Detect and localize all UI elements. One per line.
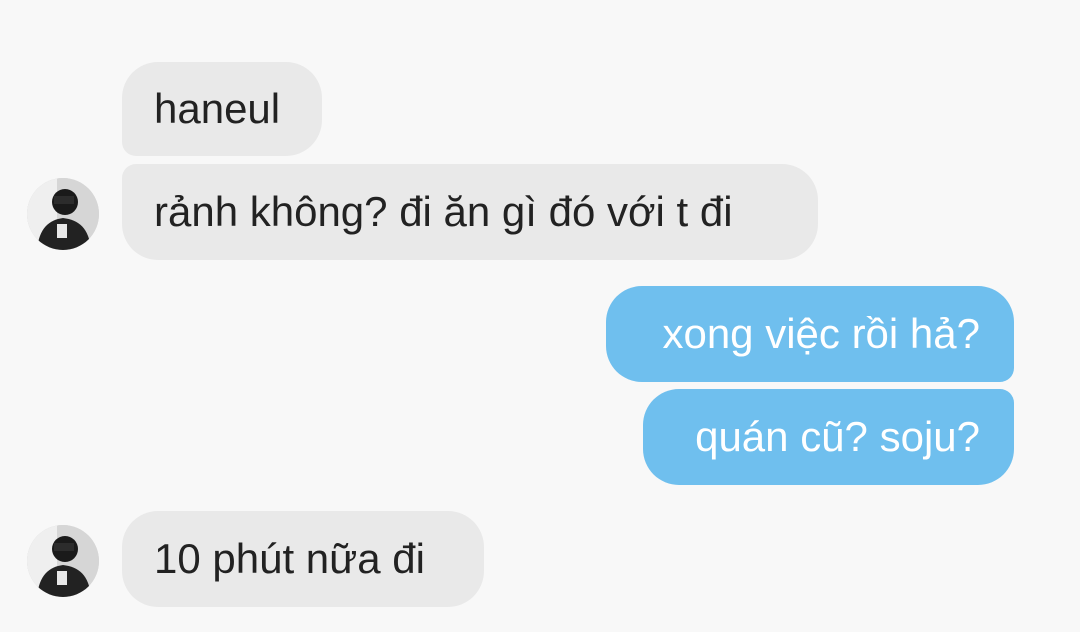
message-text: rảnh không? đi ăn gì đó với t đi	[154, 188, 733, 235]
incoming-message-bubble[interactable]: rảnh không? đi ăn gì đó với t đi	[122, 164, 818, 260]
contact-avatar[interactable]	[27, 178, 99, 250]
message-text: quán cũ? soju?	[695, 413, 980, 460]
incoming-message-bubble[interactable]: haneul	[122, 62, 322, 156]
message-text: xong việc rồi hả?	[662, 310, 980, 357]
contact-avatar[interactable]	[27, 525, 99, 597]
message-text: 10 phút nữa đi	[154, 535, 425, 582]
chat-thread: { "messages": [ {"sender": "contact", "t…	[0, 0, 1080, 632]
incoming-message-bubble[interactable]: 10 phút nữa đi	[122, 511, 484, 607]
contact-avatar-icon	[27, 178, 99, 250]
message-text: haneul	[154, 85, 281, 132]
outgoing-message-bubble[interactable]: quán cũ? soju?	[643, 389, 1014, 485]
contact-avatar-icon	[27, 525, 99, 597]
outgoing-message-bubble[interactable]: xong việc rồi hả?	[606, 286, 1014, 382]
